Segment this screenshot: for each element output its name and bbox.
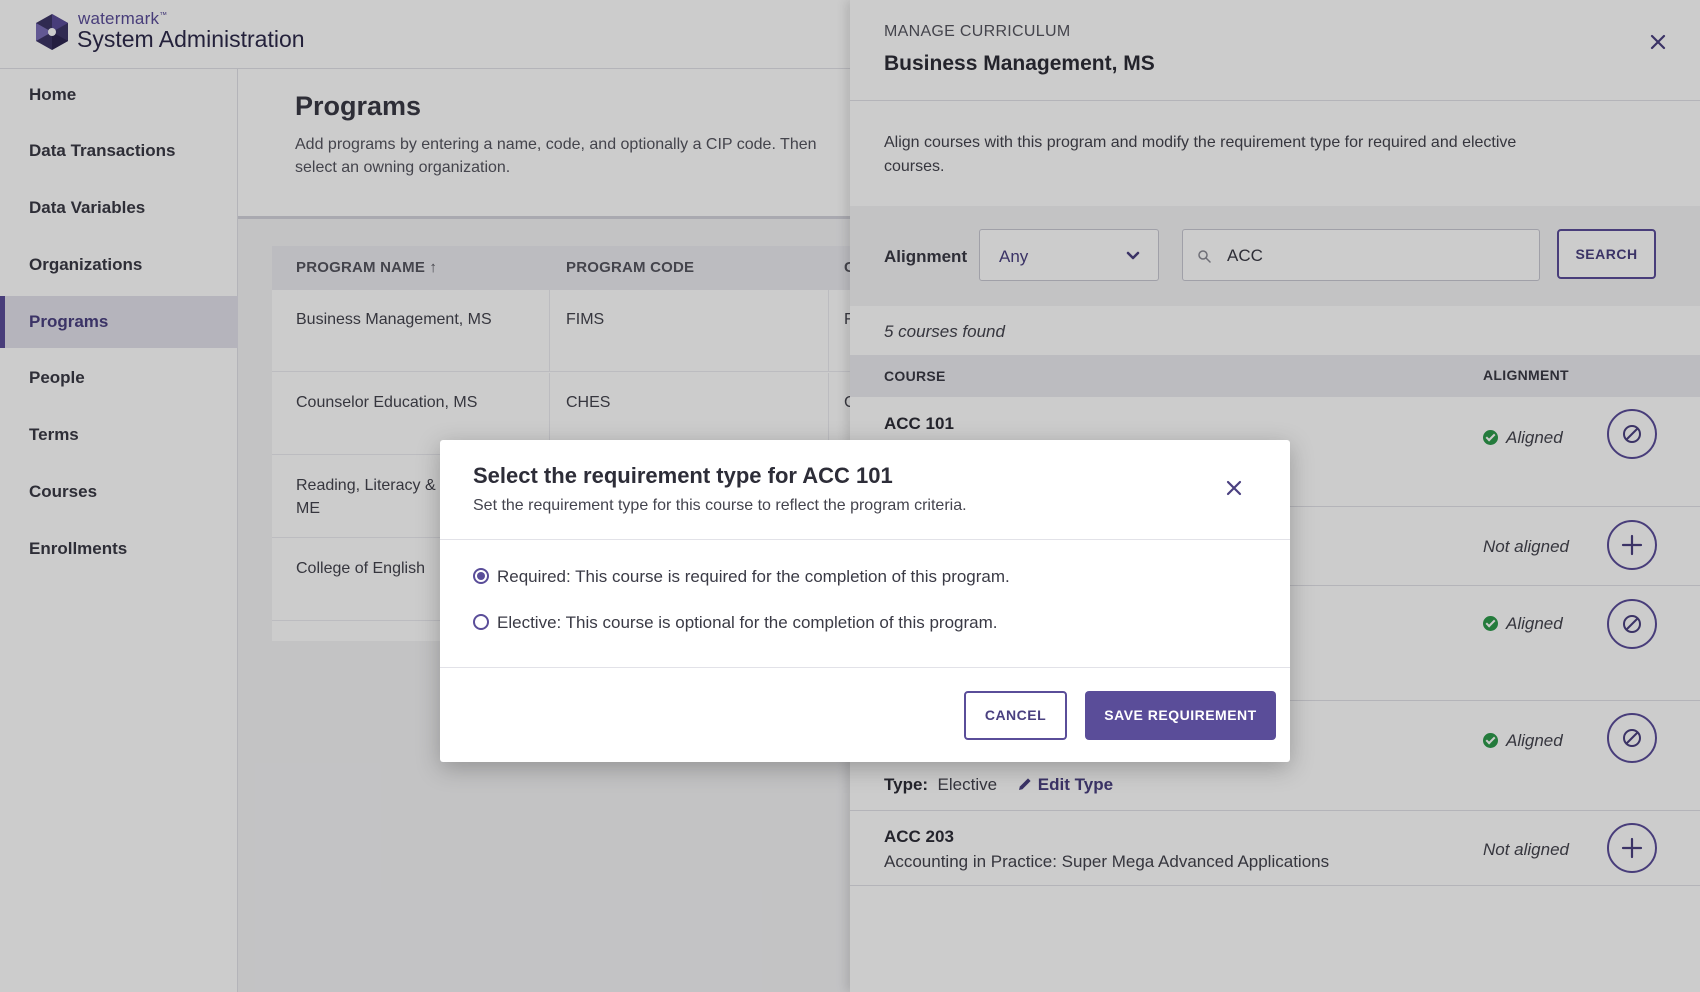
- radio-option-elective[interactable]: Elective: This course is optional for th…: [473, 613, 997, 633]
- dialog-divider: [440, 667, 1290, 668]
- dialog-title: Select the requirement type for ACC 101: [473, 463, 893, 488]
- dialog-subtitle: Set the requirement type for this course…: [473, 497, 967, 514]
- close-icon[interactable]: [1223, 477, 1245, 499]
- save-requirement-button[interactable]: SAVE REQUIREMENT: [1085, 691, 1276, 740]
- radio-button[interactable]: [473, 614, 489, 630]
- requirement-type-dialog: Select the requirement type for ACC 101 …: [440, 440, 1290, 762]
- radio-option-required[interactable]: Required: This course is required for th…: [473, 567, 1010, 587]
- cancel-button[interactable]: CANCEL: [964, 691, 1067, 740]
- radio-label: Elective: This course is optional for th…: [497, 613, 998, 632]
- radio-button-selected[interactable]: [473, 568, 489, 584]
- radio-label: Required: This course is required for th…: [497, 567, 1010, 586]
- dialog-header: Select the requirement type for ACC 101 …: [440, 440, 1290, 540]
